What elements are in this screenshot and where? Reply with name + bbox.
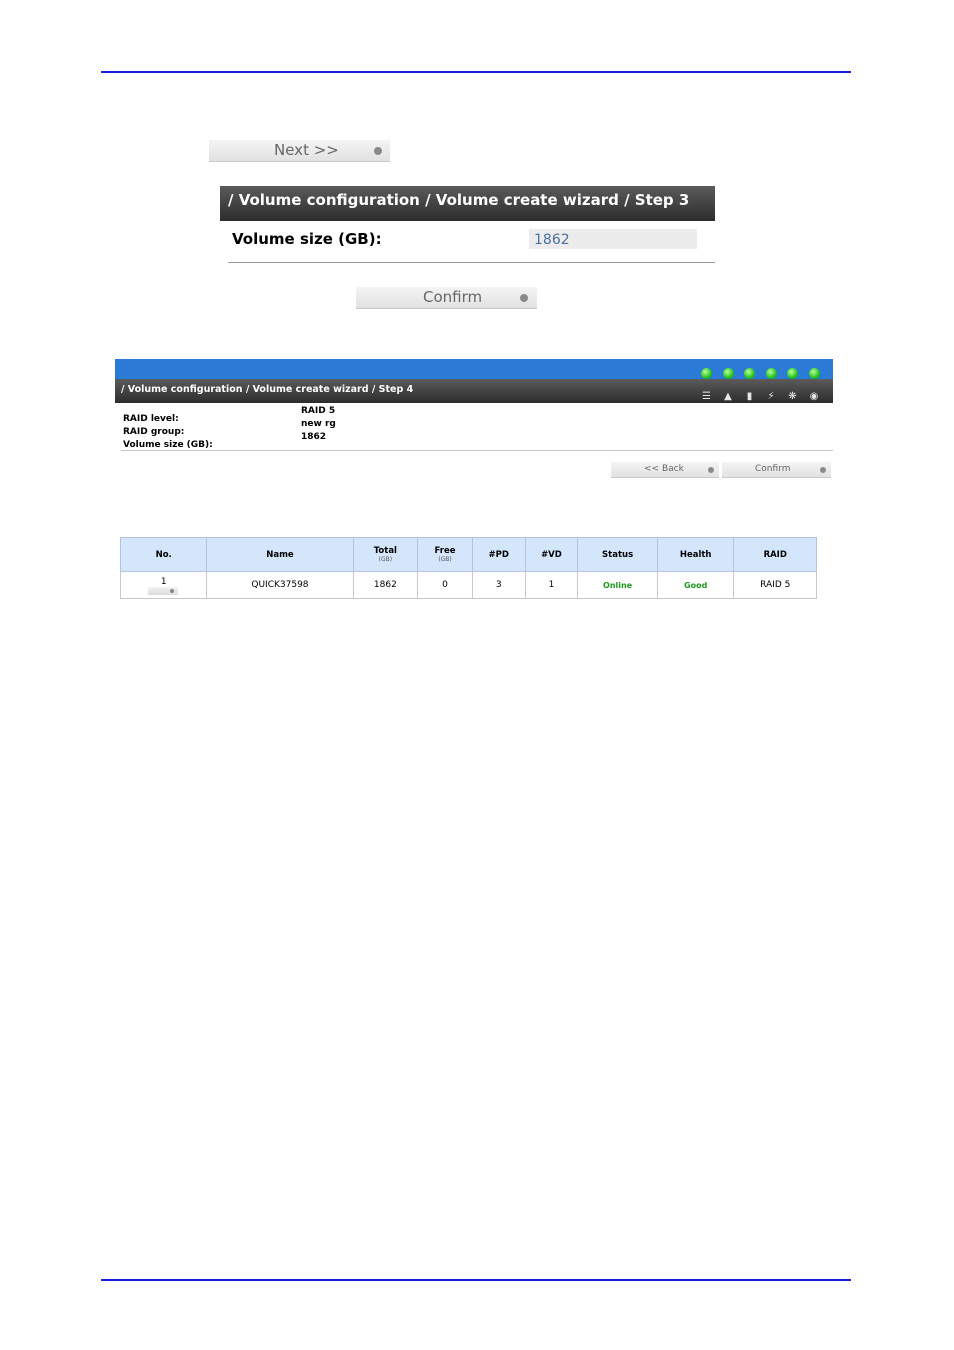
status-led-icon bbox=[722, 368, 734, 379]
status-led-icon bbox=[701, 368, 712, 379]
step4-breadcrumb: / Volume configuration / Volume create w… bbox=[121, 384, 414, 395]
col-free: Free (GB) bbox=[417, 537, 473, 572]
summary-row: Volume size (GB): 1862 bbox=[123, 432, 423, 450]
ups-icon[interactable]: ◉ bbox=[809, 391, 820, 402]
cell-health: Good bbox=[656, 571, 735, 599]
summary-value: new rg bbox=[301, 419, 336, 429]
button-indicator-icon bbox=[708, 467, 714, 473]
col-raid: RAID bbox=[733, 537, 817, 572]
summary-label: Volume size (GB): bbox=[123, 440, 213, 450]
step4-confirm-label: Confirm bbox=[755, 464, 791, 474]
summary-list: RAID level: RAID 5 RAID group: new rg Vo… bbox=[123, 406, 423, 450]
step3-divider bbox=[228, 262, 715, 263]
cell-pd: 3 bbox=[471, 571, 526, 599]
col-total: Total (GB) bbox=[352, 537, 419, 572]
back-button[interactable]: << Back bbox=[611, 462, 719, 478]
status-led-icon bbox=[744, 368, 755, 379]
volume-table: No. Name Total (GB) Free (GB) #PD #VD St… bbox=[119, 537, 817, 599]
header-rule bbox=[101, 71, 851, 73]
step3-title-bar: / Volume configuration / Volume create w… bbox=[220, 186, 715, 221]
col-total-unit: (GB) bbox=[378, 556, 393, 563]
cell-free: 0 bbox=[417, 571, 473, 599]
step4-title-bar: / Volume configuration / Volume create w… bbox=[115, 379, 833, 403]
fan-icon[interactable]: ❋ bbox=[787, 391, 798, 402]
col-pd: #PD bbox=[471, 537, 526, 572]
col-free-unit: (GB) bbox=[438, 556, 452, 563]
volume-size-input[interactable]: 1862 bbox=[529, 229, 697, 249]
summary-value: 1862 bbox=[301, 432, 327, 442]
step3-confirm-button[interactable]: Confirm bbox=[356, 287, 537, 309]
database-icon[interactable]: ☰ bbox=[701, 391, 712, 402]
status-led-icon bbox=[765, 368, 777, 379]
cell-vd: 1 bbox=[524, 571, 579, 599]
summary-value: RAID 5 bbox=[301, 406, 336, 416]
volume-size-value: 1862 bbox=[534, 232, 570, 248]
step3-confirm-label: Confirm bbox=[423, 288, 483, 306]
button-indicator-icon bbox=[520, 294, 528, 302]
cell-status: Online bbox=[577, 571, 658, 599]
status-led-icon bbox=[787, 368, 798, 379]
back-button-label: << Back bbox=[644, 464, 684, 474]
summary-row: RAID level: RAID 5 bbox=[123, 406, 423, 424]
cell-name: QUICK37598 bbox=[206, 571, 354, 599]
col-total-label: Total bbox=[373, 546, 397, 556]
battery-icon[interactable]: ▮ bbox=[744, 391, 755, 402]
cell-total: 1862 bbox=[352, 571, 419, 599]
col-free-label: Free bbox=[434, 546, 456, 556]
table-row: 1 QUICK37598 1862 0 3 1 Online Good RAID… bbox=[119, 571, 817, 599]
status-led-icon bbox=[808, 368, 820, 379]
next-button[interactable]: Next >> bbox=[209, 140, 390, 162]
button-indicator-icon bbox=[374, 147, 382, 155]
button-indicator-icon bbox=[820, 467, 826, 473]
step3-breadcrumb: / Volume configuration / Volume create w… bbox=[228, 191, 690, 209]
row-menu-button[interactable] bbox=[148, 587, 178, 595]
col-health: Health bbox=[656, 537, 735, 572]
row-number: 1 bbox=[160, 577, 167, 587]
summary-row: RAID group: new rg bbox=[123, 419, 423, 437]
next-button-label: Next >> bbox=[274, 141, 339, 159]
step4-divider bbox=[121, 450, 833, 451]
col-no: No. bbox=[119, 537, 208, 572]
status-icon-row: ☰ ▲ ▮ ⚡ ❋ ◉ bbox=[701, 384, 830, 403]
cell-raid: RAID 5 bbox=[733, 571, 817, 599]
step4-confirm-button[interactable]: Confirm bbox=[722, 462, 831, 478]
cell-no: 1 bbox=[119, 571, 208, 599]
footer-rule bbox=[101, 1279, 851, 1281]
col-vd: #VD bbox=[524, 537, 579, 572]
col-name: Name bbox=[206, 537, 354, 572]
volume-size-label: Volume size (GB): bbox=[232, 230, 382, 248]
button-indicator-icon bbox=[170, 589, 174, 593]
power-supply-icon[interactable]: ⚡ bbox=[766, 391, 777, 402]
thermometer-icon[interactable]: ▲ bbox=[723, 391, 734, 402]
col-status: Status bbox=[577, 537, 658, 572]
table-header-row: No. Name Total (GB) Free (GB) #PD #VD St… bbox=[119, 537, 817, 572]
